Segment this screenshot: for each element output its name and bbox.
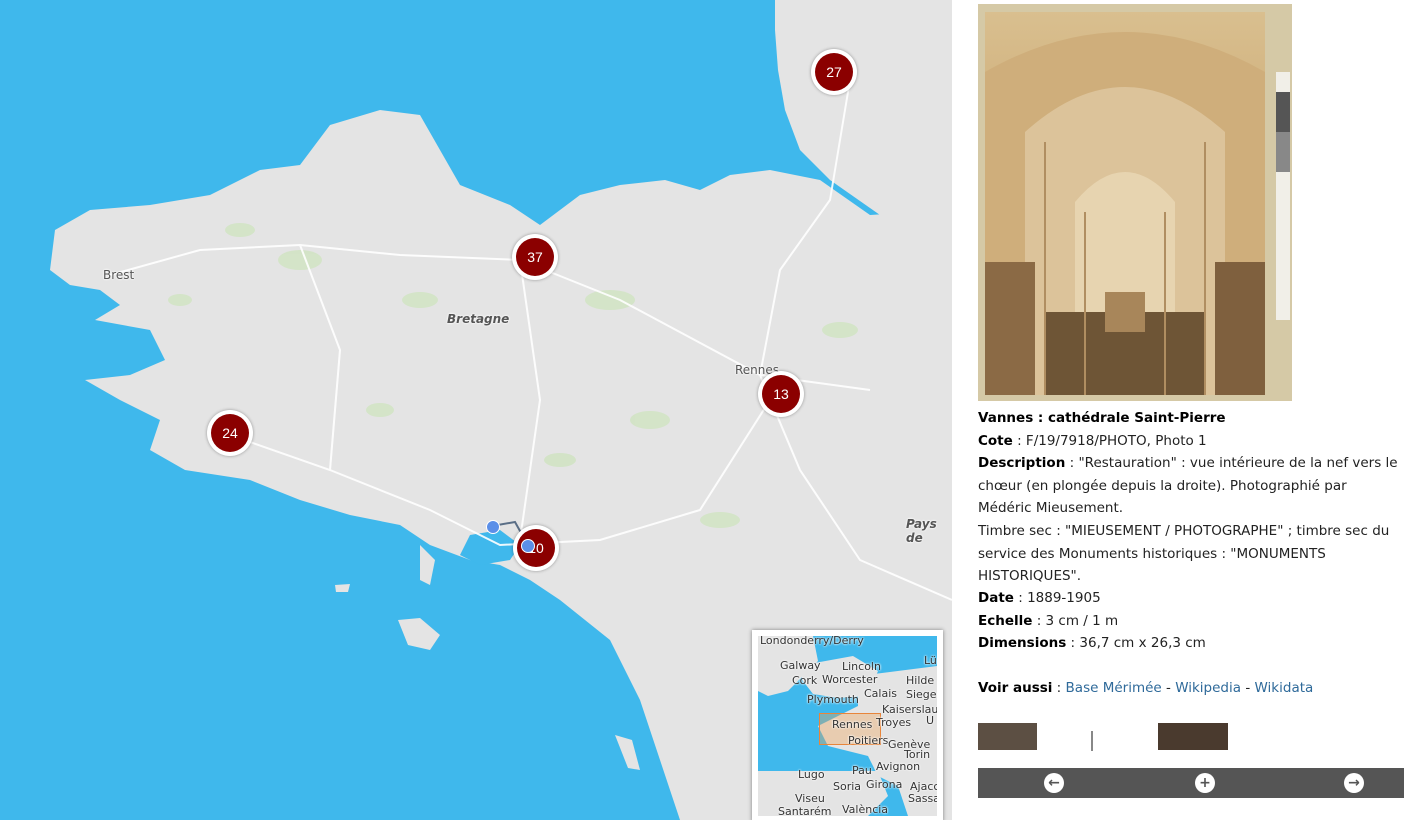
echelle-label: Echelle: [978, 613, 1033, 629]
minimap-label: Troyes: [876, 716, 912, 729]
minimap-label: Hilde: [906, 674, 935, 687]
marker-cluster[interactable]: 13: [758, 371, 804, 417]
next-arrow-icon[interactable]: →: [1344, 773, 1364, 793]
cote-label: Cote: [978, 433, 1013, 449]
marker-cluster[interactable]: 24: [207, 410, 253, 456]
link-wikipedia[interactable]: Wikipedia: [1175, 680, 1241, 696]
description-line: Description : "Restauration" : vue intér…: [978, 452, 1402, 520]
minimap-label: Londonderry/Derry: [760, 636, 864, 647]
minimap-label: Santarém: [778, 805, 832, 816]
minimap-label: Soria: [833, 780, 862, 793]
link-base-merimee[interactable]: Base Mérimée: [1066, 680, 1162, 696]
cluster-count: 27: [815, 53, 853, 91]
separator: :: [1052, 680, 1066, 696]
minimap-label: Poitiers: [848, 734, 889, 747]
minimap-label: U: [926, 714, 935, 727]
minimap-label: Lincoln: [842, 660, 881, 673]
minimap-label: Calais: [864, 687, 898, 700]
minimap-label: Pau: [852, 764, 872, 777]
photo-print: [985, 12, 1265, 395]
minimap-label: Plymouth: [807, 693, 859, 706]
voir-aussi-label: Voir aussi: [978, 680, 1053, 696]
place-label-brest: Brest: [103, 268, 135, 282]
marker-cluster[interactable]: 37: [512, 234, 558, 280]
minimap-label: Torin: [904, 748, 931, 761]
date-value: : 1889-1905: [1013, 590, 1101, 606]
cluster-count: 13: [762, 375, 800, 413]
date-label: Date: [978, 590, 1014, 606]
minimap-label: Rennes: [832, 718, 873, 731]
thumbnail[interactable]: [1091, 731, 1093, 751]
add-plus-icon[interactable]: +: [1195, 773, 1215, 793]
minimap[interactable]: Londonderry/Derry Galway Lincoln Cork Wo…: [752, 630, 943, 820]
map[interactable]: Brest Bretagne Rennes Pays de 27 37 13 2…: [0, 0, 952, 820]
location-pin[interactable]: [521, 539, 535, 553]
minimap-label: Lü: [924, 654, 937, 667]
separator: -: [1161, 680, 1176, 696]
minimap-label: Viseu: [795, 792, 825, 805]
minimap-label: Girona: [866, 778, 903, 791]
thumbnail[interactable]: [1158, 723, 1228, 750]
minimap-label: Galway: [780, 659, 821, 672]
previous-arrow-icon[interactable]: ←: [1044, 773, 1064, 793]
record-title: Vannes : cathédrale Saint-Pierre: [978, 410, 1226, 426]
navigation-bar: ← + →: [978, 768, 1404, 798]
description-label: Description: [978, 455, 1066, 471]
record-title-line: Vannes : cathédrale Saint-Pierre: [978, 407, 1398, 430]
minimap-label: Siege: [906, 688, 937, 701]
timbre-line: Timbre sec : "MIEUSEMENT / PHOTOGRAPHE" …: [978, 523, 1390, 584]
cluster-count: 37: [516, 238, 554, 276]
echelle-line: Echelle : 3 cm / 1 m: [978, 610, 1398, 633]
color-chart-strip: [1276, 72, 1290, 320]
location-pin[interactable]: [486, 520, 500, 534]
minimap-label: Cork: [792, 674, 818, 687]
minimap-label: Lugo: [798, 768, 825, 781]
dimensions-label: Dimensions: [978, 635, 1067, 651]
minimap-label: València: [842, 803, 889, 816]
echelle-value: : 3 cm / 1 m: [1032, 613, 1119, 629]
dimensions-line: Dimensions : 36,7 cm x 26,3 cm: [978, 632, 1398, 655]
minimap-label: Worcester: [822, 673, 878, 686]
minimap-label: Sassa: [908, 792, 937, 805]
cote-value: : F/19/7918/PHOTO, Photo 1: [1012, 433, 1207, 449]
record-photo[interactable]: [978, 4, 1292, 401]
thumbnail[interactable]: [978, 723, 1037, 750]
thumbnail-strip: [978, 723, 1238, 751]
marker-cluster[interactable]: 10: [513, 525, 559, 571]
place-label-pays-de: Pays de: [906, 517, 937, 545]
cathedral-nave-image: [985, 12, 1265, 395]
voir-aussi-line: Voir aussi : Base Mérimée - Wikipedia - …: [978, 677, 1398, 700]
cluster-count: 24: [211, 414, 249, 452]
dimensions-value: : 36,7 cm x 26,3 cm: [1066, 635, 1206, 651]
marker-cluster[interactable]: 27: [811, 49, 857, 95]
minimap-label: Avignon: [876, 760, 921, 773]
cote-line: Cote : F/19/7918/PHOTO, Photo 1: [978, 430, 1398, 453]
date-line: Date : 1889-1905: [978, 587, 1398, 610]
link-wikidata[interactable]: Wikidata: [1255, 680, 1314, 696]
place-label-bretagne: Bretagne: [447, 312, 510, 326]
separator: -: [1241, 680, 1255, 696]
record-panel: Vannes : cathédrale Saint-Pierre Cote : …: [952, 0, 1404, 820]
